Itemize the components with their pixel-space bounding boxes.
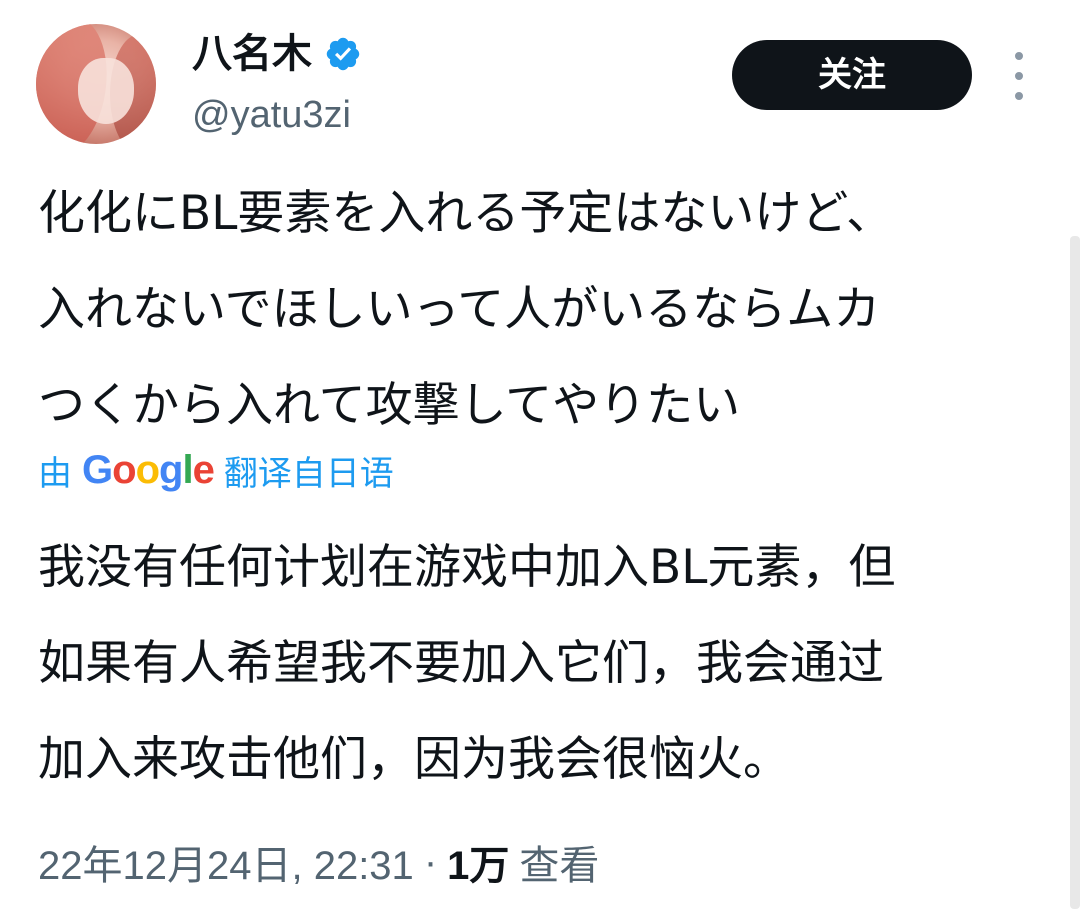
display-name[interactable]: 八名木 xyxy=(192,30,312,78)
views-count: 1万 xyxy=(447,844,510,888)
translated-by-google-link[interactable]: 由 Google 翻译自日语 xyxy=(38,445,394,495)
tweet-translated-text: 我没有任何计划在游戏中加入BL元素，但 如果有人希望我不要加入它们，我会通过 加… xyxy=(38,540,896,787)
tweet-timestamp[interactable]: 22年12月24日, 22:31 xyxy=(38,833,414,891)
google-logo: Google xyxy=(82,447,215,492)
avatar[interactable] xyxy=(36,24,156,144)
avatar-face xyxy=(78,58,134,124)
follow-button[interactable]: 关注 xyxy=(732,40,972,110)
more-dot xyxy=(1015,92,1023,100)
translated-prefix: 由 xyxy=(38,453,72,494)
verified-badge-icon xyxy=(326,37,360,71)
tweet-original-text: 化化にBL要素を入れる予定はないけど、 入れないでほしいって人がいるならムカ つ… xyxy=(38,186,894,433)
meta-separator: · xyxy=(423,839,438,884)
scrollbar[interactable] xyxy=(1070,236,1080,909)
tweet-meta: 22年12月24日, 22:31 · 1万 查看 xyxy=(38,834,599,890)
tweet-header: 八名木 @yatu3zi 关注 xyxy=(0,0,1080,160)
views-label: 查看 xyxy=(519,844,600,888)
more-dot xyxy=(1015,72,1023,80)
name-row: 八名木 xyxy=(192,30,362,78)
more-dot xyxy=(1015,52,1023,60)
translated-suffix: 翻译自日语 xyxy=(223,453,394,494)
more-vertical-icon[interactable] xyxy=(1004,52,1034,100)
user-handle[interactable]: @yatu3zi xyxy=(192,92,351,138)
